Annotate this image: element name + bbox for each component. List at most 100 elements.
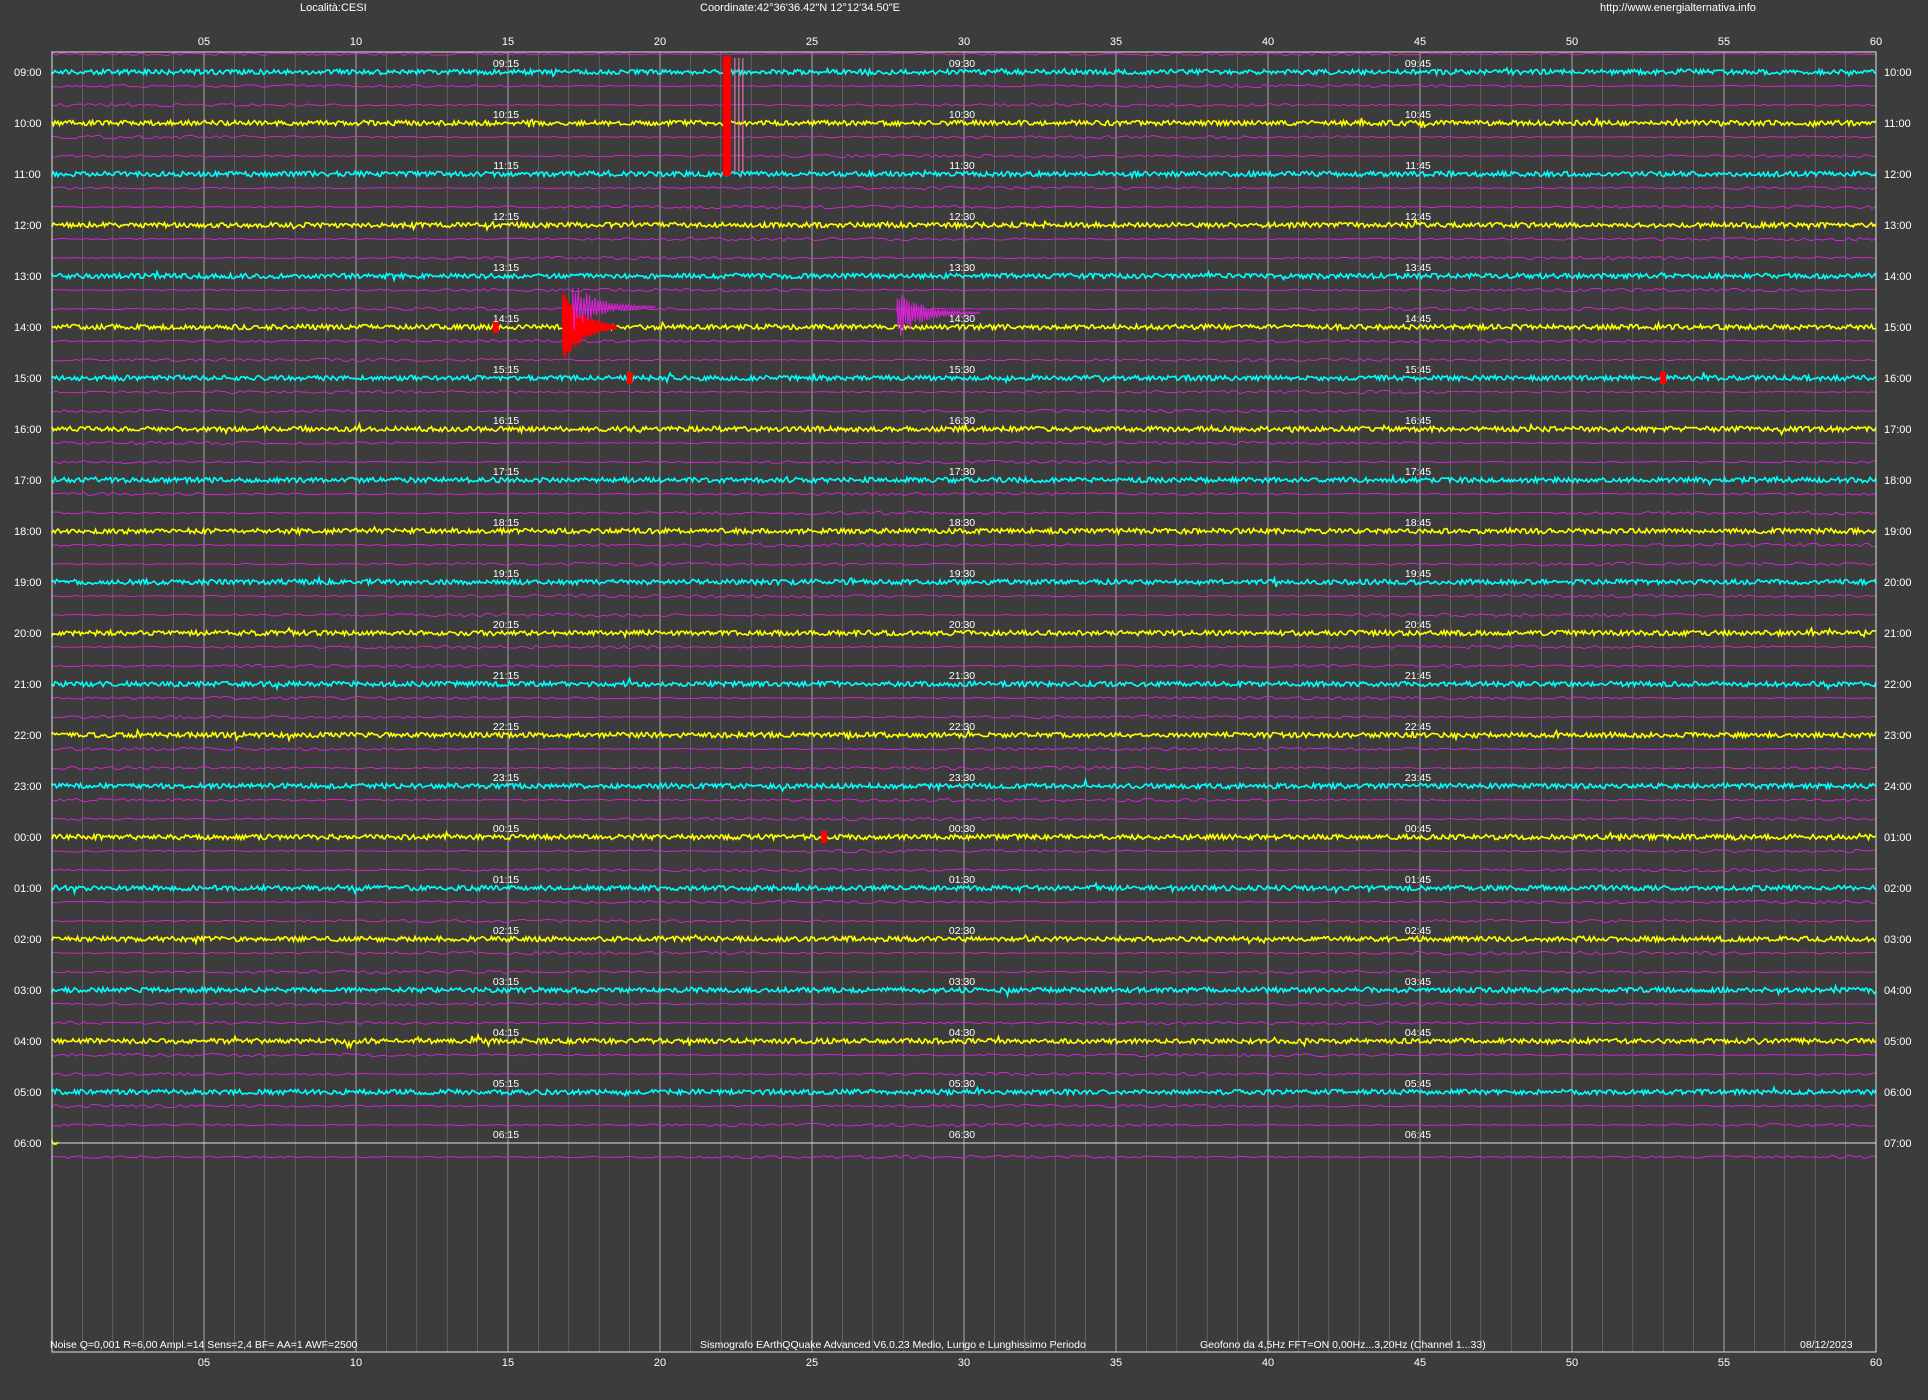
x-tick-label-top: 20 bbox=[654, 36, 666, 48]
quarter-label: 03:15 bbox=[493, 976, 519, 988]
hour-label-right: 16:00 bbox=[1884, 373, 1912, 385]
hour-label-left: 03:00 bbox=[14, 985, 42, 997]
x-tick-label-bottom: 25 bbox=[806, 1357, 818, 1369]
quarter-label: 10:15 bbox=[493, 109, 519, 121]
x-tick-label-bottom: 45 bbox=[1414, 1357, 1426, 1369]
hour-label-left: 20:00 bbox=[14, 628, 42, 640]
event-marker bbox=[821, 831, 828, 843]
quarter-label: 21:15 bbox=[493, 670, 519, 682]
quarter-label: 09:45 bbox=[1405, 58, 1431, 70]
hour-label-right: 12:00 bbox=[1884, 169, 1912, 181]
quarter-label: 15:45 bbox=[1405, 364, 1431, 376]
x-tick-label-top: 50 bbox=[1566, 36, 1578, 48]
hour-label-right: 02:00 bbox=[1884, 883, 1912, 895]
quarter-label: 04:15 bbox=[493, 1027, 519, 1039]
hour-label-right: 07:00 bbox=[1884, 1138, 1912, 1150]
hour-label-left: 22:00 bbox=[14, 730, 42, 742]
quarter-label: 20:45 bbox=[1405, 619, 1431, 631]
quarter-label: 18:15 bbox=[493, 517, 519, 529]
x-tick-label-top: 05 bbox=[198, 36, 210, 48]
quarter-label: 22:45 bbox=[1405, 721, 1431, 733]
x-tick-label-top: 55 bbox=[1718, 36, 1730, 48]
hour-label-right: 10:00 bbox=[1884, 67, 1912, 79]
quarter-label: 12:30 bbox=[949, 211, 975, 223]
quarter-label: 19:45 bbox=[1405, 568, 1431, 580]
hour-label-left: 18:00 bbox=[14, 526, 42, 538]
quarter-label: 03:45 bbox=[1405, 976, 1431, 988]
hour-label-right: 17:00 bbox=[1884, 424, 1912, 436]
hour-label-left: 04:00 bbox=[14, 1036, 42, 1048]
x-tick-label-top: 25 bbox=[806, 36, 818, 48]
quarter-label: 04:30 bbox=[949, 1027, 975, 1039]
quarter-label: 13:30 bbox=[949, 262, 975, 274]
quarter-label: 19:30 bbox=[949, 568, 975, 580]
footer-sensor: Geofono da 4,5Hz FFT=ON 0,00Hz...3,20Hz … bbox=[1200, 1339, 1486, 1351]
quarter-label: 14:30 bbox=[949, 313, 975, 325]
hour-label-left: 10:00 bbox=[14, 118, 42, 130]
header-location: Località:CESI bbox=[300, 2, 367, 14]
event-marker bbox=[626, 372, 633, 384]
quarter-label: 11:30 bbox=[949, 160, 975, 172]
footer-settings: Noise Q=0,001 R=6,00 Ampl.=14 Sens=2,4 B… bbox=[50, 1339, 358, 1351]
quarter-label: 15:30 bbox=[949, 364, 975, 376]
x-tick-label-bottom: 10 bbox=[350, 1357, 362, 1369]
hour-label-right: 14:00 bbox=[1884, 271, 1912, 283]
quarter-label: 02:15 bbox=[493, 925, 519, 937]
x-tick-label-top: 10 bbox=[350, 36, 362, 48]
hour-label-left: 17:00 bbox=[14, 475, 42, 487]
seismogram: 05 05 10 10 15 15 20 20 25 25 30 30 35 35 40 40 45 45 50 50… bbox=[0, 0, 1928, 1400]
quarter-label: 22:30 bbox=[949, 721, 975, 733]
quarter-label: 12:45 bbox=[1405, 211, 1431, 223]
hour-label-right: 23:00 bbox=[1884, 730, 1912, 742]
hour-label-right: 06:00 bbox=[1884, 1087, 1912, 1099]
quarter-label: 21:45 bbox=[1405, 670, 1431, 682]
footer-date: 08/12/2023 bbox=[1800, 1339, 1853, 1351]
quarter-label: 10:45 bbox=[1405, 109, 1431, 121]
quarter-label: 23:30 bbox=[949, 772, 975, 784]
quarter-label: 19:15 bbox=[493, 568, 519, 580]
hour-label-left: 13:00 bbox=[14, 271, 42, 283]
header-website[interactable]: http://www.energialternativa.info bbox=[1600, 2, 1756, 14]
quarter-label: 00:30 bbox=[949, 823, 975, 835]
quarter-label: 05:15 bbox=[493, 1078, 519, 1090]
hour-label-left: 14:00 bbox=[14, 322, 42, 334]
quarter-label: 11:45 bbox=[1405, 160, 1431, 172]
quarter-label: 00:45 bbox=[1405, 823, 1431, 835]
quarter-label: 16:30 bbox=[949, 415, 975, 427]
event-marker bbox=[1660, 372, 1667, 384]
hour-label-right: 15:00 bbox=[1884, 322, 1912, 334]
quarter-label: 12:15 bbox=[493, 211, 519, 223]
quarter-label: 05:45 bbox=[1405, 1078, 1431, 1090]
hour-label-left: 06:00 bbox=[14, 1138, 42, 1150]
x-tick-label-top: 40 bbox=[1262, 36, 1274, 48]
footer-software: Sismografo EArthQQuake Advanced V6.0.23 … bbox=[700, 1339, 1086, 1351]
quarter-label: 18:45 bbox=[1405, 517, 1431, 529]
quarter-label: 06:15 bbox=[493, 1129, 519, 1141]
quarter-label: 17:30 bbox=[949, 466, 975, 478]
quarter-label: 06:45 bbox=[1405, 1129, 1431, 1141]
quarter-label: 09:30 bbox=[949, 58, 975, 70]
header-coordinates: Coordinate:42°36'36.42"N 12°12'34.50"E bbox=[700, 2, 900, 14]
quarter-label: 02:30 bbox=[949, 925, 975, 937]
event-marker bbox=[722, 56, 731, 176]
quarter-label: 04:45 bbox=[1405, 1027, 1431, 1039]
hour-label-left: 05:00 bbox=[14, 1087, 42, 1099]
hour-label-right: 04:00 bbox=[1884, 985, 1912, 997]
quarter-label: 14:15 bbox=[493, 313, 519, 325]
hour-label-left: 01:00 bbox=[14, 883, 42, 895]
quarter-label: 00:15 bbox=[493, 823, 519, 835]
quarter-label: 06:30 bbox=[949, 1129, 975, 1141]
hour-label-left: 19:00 bbox=[14, 577, 42, 589]
hour-label-left: 12:00 bbox=[14, 220, 42, 232]
x-tick-label-bottom: 35 bbox=[1110, 1357, 1122, 1369]
quarter-label: 13:45 bbox=[1405, 262, 1431, 274]
quarter-label: 14:45 bbox=[1405, 313, 1431, 325]
hour-label-right: 19:00 bbox=[1884, 526, 1912, 538]
x-tick-label-top: 15 bbox=[502, 36, 514, 48]
quarter-label: 20:30 bbox=[949, 619, 975, 631]
x-tick-label-top: 45 bbox=[1414, 36, 1426, 48]
quarter-label: 17:15 bbox=[493, 466, 519, 478]
hour-label-right: 01:00 bbox=[1884, 832, 1912, 844]
quarter-label: 15:15 bbox=[493, 364, 519, 376]
quarter-label: 21:30 bbox=[949, 670, 975, 682]
